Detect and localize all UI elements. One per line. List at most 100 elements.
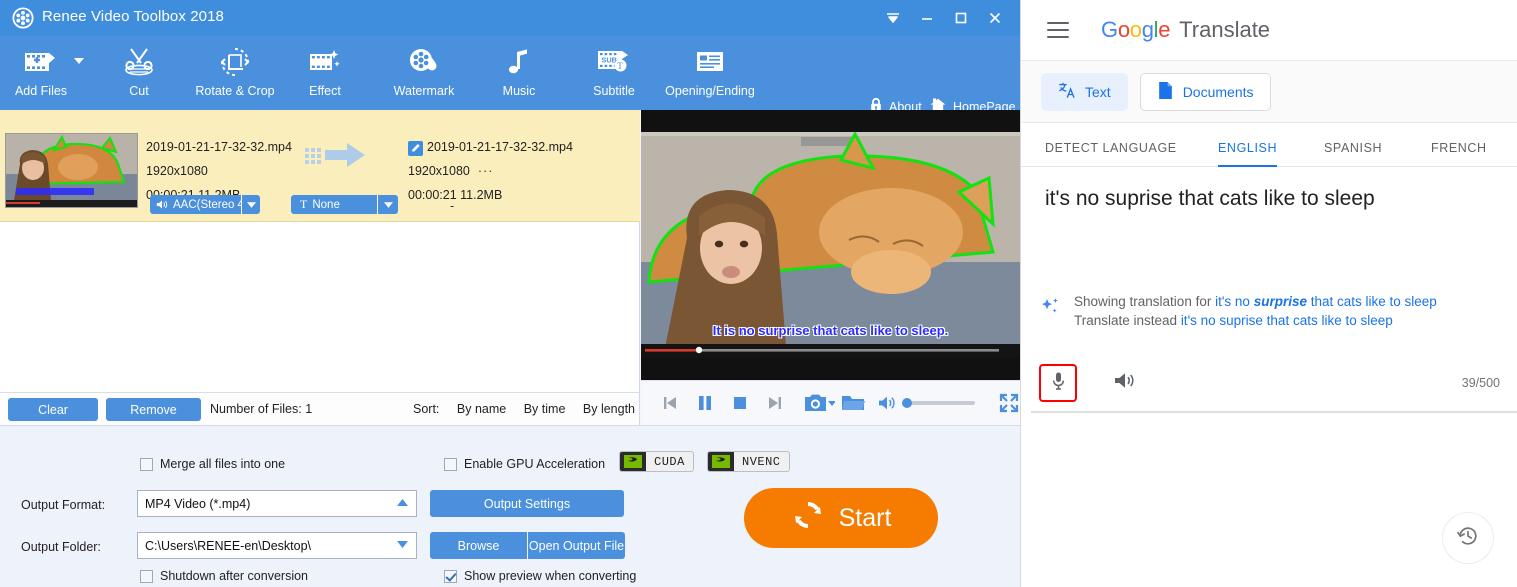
gpu-acceleration-checkbox-row[interactable]: Enable GPU Acceleration (444, 457, 605, 471)
opening-ending-icon (694, 42, 726, 82)
chevron-up-icon[interactable] (397, 498, 408, 509)
toolbar-watermark[interactable]: Watermark (382, 42, 466, 108)
edit-icon[interactable] (408, 140, 423, 156)
watermark-icon (407, 42, 441, 82)
volume-slider[interactable] (901, 398, 976, 408)
open-output-file-button[interactable]: Open Output File (528, 532, 625, 559)
subtitle-track-dropdown[interactable]: T None (291, 195, 398, 214)
merge-files-checkbox[interactable] (140, 457, 153, 471)
subtitle-track-value: None (312, 198, 340, 211)
translate-mode-tabs: Text Documents (1021, 61, 1517, 123)
output-format-value: MP4 Video (*.mp4) (145, 496, 251, 511)
add-files-icon (23, 42, 59, 82)
svg-text:SUB: SUB (601, 55, 617, 64)
lang-tab-spanish[interactable]: SPANISH (1324, 141, 1382, 166)
history-button[interactable] (1442, 512, 1494, 564)
toolbar-label: Add Files (14, 84, 68, 98)
output-format-select[interactable]: MP4 Video (*.mp4) (137, 490, 417, 517)
rotate-crop-icon (218, 42, 252, 82)
show-preview-checkbox-row[interactable]: Show preview when converting (444, 569, 636, 583)
remove-button[interactable]: Remove (106, 398, 201, 421)
file-count: Number of Files: 1 (210, 402, 312, 416)
lang-tab-french[interactable]: FRENCH (1431, 141, 1487, 166)
sort-controls: Sort: By name By time By length (413, 402, 635, 416)
toolbar-rotate-crop[interactable]: Rotate & Crop (180, 42, 290, 108)
window-controls (876, 0, 1012, 36)
listen-button[interactable] (1109, 367, 1141, 399)
document-icon (1157, 81, 1174, 103)
browse-button[interactable]: Browse (430, 532, 527, 559)
gpu-acceleration-checkbox[interactable] (444, 457, 457, 471)
toolbar-add-files[interactable]: Add Files (10, 42, 84, 108)
sort-by-time[interactable]: By time (524, 402, 566, 416)
audio-track-dropdown[interactable]: AAC(Stereo 4 (150, 195, 260, 214)
output-folder-input[interactable]: C:\Users\RENEE-en\Desktop\ (137, 532, 417, 559)
svg-text:T: T (617, 61, 623, 71)
translate-instead-link[interactable]: it's no suprise that cats like to sleep (1181, 313, 1393, 328)
corrected-text-post[interactable]: that cats like to sleep (1307, 294, 1437, 309)
prev-icon[interactable] (659, 390, 682, 416)
sort-by-name[interactable]: By name (457, 402, 506, 416)
sort-by-length[interactable]: By length (583, 402, 635, 416)
toolbar-music[interactable]: Music (490, 42, 548, 108)
preview-controls (641, 380, 1020, 425)
speaker-icon (150, 199, 168, 210)
microphone-button[interactable] (1039, 364, 1077, 402)
show-preview-checkbox[interactable] (444, 569, 457, 583)
toolbar-subtitle[interactable]: SUB T Subtitle (580, 42, 648, 108)
clear-button[interactable]: Clear (8, 398, 98, 421)
translate-actions: 39/500 (1021, 356, 1517, 410)
table-row[interactable]: 2019-01-21-17-32-32.mp4 1920x1080 00:00:… (0, 110, 640, 222)
toolbar-effect[interactable]: Effect (295, 42, 355, 108)
source-text-input[interactable]: it's no suprise that cats like to sleep (1045, 185, 1495, 213)
lang-tab-english[interactable]: ENGLISH (1218, 141, 1278, 167)
toolbar-cut[interactable]: Cut (108, 42, 170, 108)
folder-icon[interactable] (841, 390, 866, 416)
snapshot-icon[interactable] (803, 390, 835, 416)
translate-instead-line: Translate instead it's no suprise that c… (1074, 311, 1437, 330)
chevron-down-icon[interactable] (242, 201, 260, 208)
pause-icon[interactable] (694, 390, 717, 416)
volume-icon[interactable] (877, 391, 896, 415)
divider (1031, 411, 1517, 413)
chevron-down-icon[interactable] (397, 540, 408, 551)
hamburger-icon[interactable] (1047, 17, 1069, 43)
sparkle-icon (1040, 292, 1062, 330)
chevron-down-icon[interactable] (378, 201, 398, 208)
file-count-value: 1 (305, 402, 313, 416)
main-toolbar: Add Files Cut Rotate & Crop Effect Water… (0, 36, 1020, 114)
minimize-icon[interactable] (910, 3, 944, 33)
volume-slider-knob[interactable] (901, 398, 912, 408)
audio-track-value: AAC(Stereo 4 (173, 198, 242, 211)
start-button[interactable]: Start (744, 488, 938, 548)
chevron-down-icon[interactable] (74, 58, 84, 64)
file-list: 2019-01-21-17-32-32.mp4 1920x1080 00:00:… (0, 110, 640, 392)
lang-tab-detect[interactable]: DETECT LANGUAGE (1045, 141, 1177, 166)
toolbar-opening-ending[interactable]: Opening/Ending (650, 42, 770, 108)
tab-text[interactable]: Text (1041, 72, 1128, 111)
tab-documents[interactable]: Documents (1139, 72, 1271, 111)
scissors-icon (122, 42, 156, 82)
collapse-icon[interactable] (876, 3, 910, 33)
target-file-name: 2019-01-21-17-32-32.mp4 (427, 140, 573, 154)
tab-documents-label: Documents (1182, 83, 1254, 100)
corrected-text-pre[interactable]: it's no (1215, 294, 1254, 309)
merge-files-checkbox-row[interactable]: Merge all files into one (140, 457, 285, 471)
close-icon[interactable] (978, 3, 1012, 33)
show-preview-label: Show preview when converting (464, 569, 637, 583)
app-logo-icon (12, 7, 34, 29)
stop-icon[interactable] (729, 390, 752, 416)
next-icon[interactable] (764, 390, 787, 416)
more-options-icon[interactable]: ··· (478, 164, 494, 178)
shutdown-checkbox-row[interactable]: Shutdown after conversion (140, 569, 308, 583)
video-preview[interactable]: It is no surprise that cats like to slee… (641, 110, 1020, 380)
gpu-acceleration-label: Enable GPU Acceleration (464, 457, 606, 471)
toolbar-label: Subtitle (593, 84, 635, 98)
toolbar-label: Music (502, 84, 536, 98)
fullscreen-icon[interactable] (997, 390, 1020, 416)
sort-label: Sort: (413, 402, 440, 416)
output-settings-button[interactable]: Output Settings (430, 490, 624, 517)
shutdown-checkbox[interactable] (140, 569, 153, 583)
maximize-icon[interactable] (944, 3, 978, 33)
corrected-word[interactable]: surprise (1254, 294, 1307, 309)
